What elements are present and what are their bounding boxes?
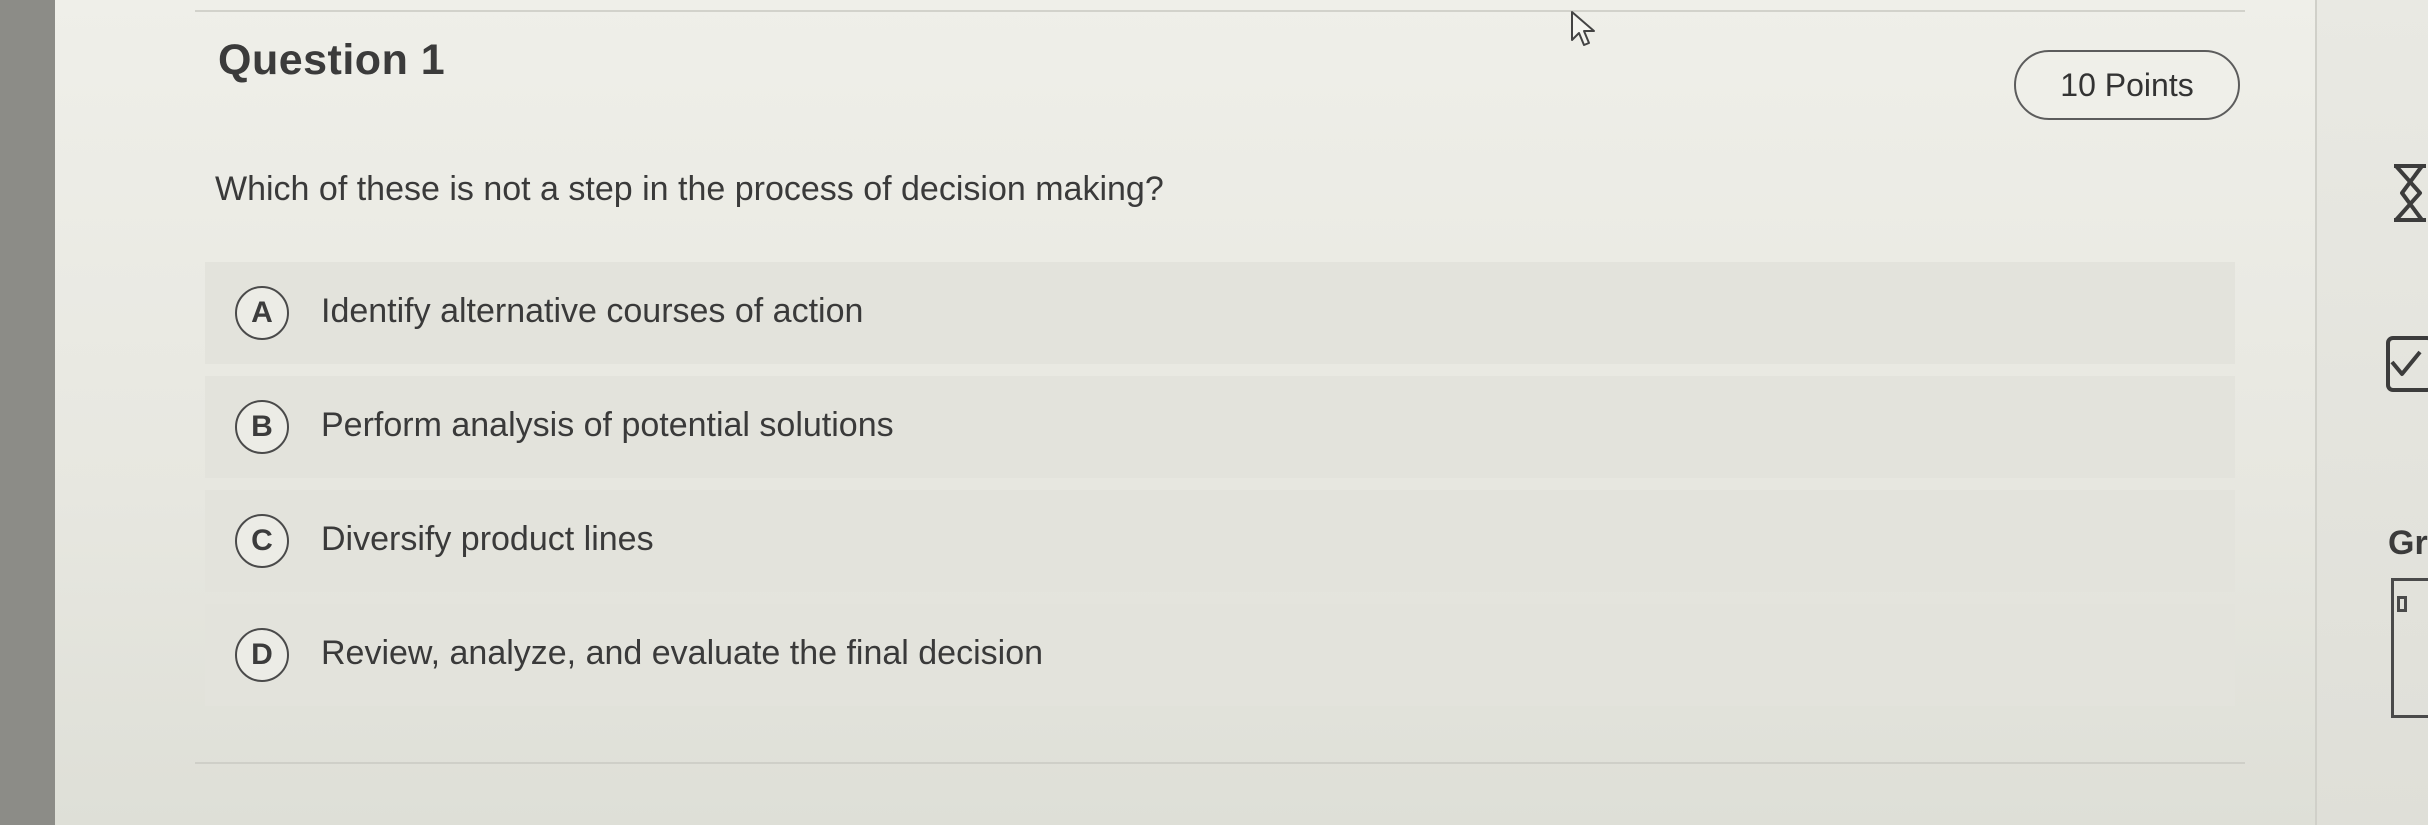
option-letter-c: C <box>235 514 289 568</box>
option-letter-d: D <box>235 628 289 682</box>
hourglass-icon[interactable] <box>2390 163 2428 223</box>
checklist-icon[interactable] <box>2384 332 2428 394</box>
side-rail-label: Gr <box>2388 524 2428 562</box>
option-b[interactable]: B Perform analysis of potential solution… <box>205 376 2235 478</box>
points-badge: 10 Points <box>2014 50 2240 120</box>
option-text-c: Diversify product lines <box>321 520 654 558</box>
option-a[interactable]: A Identify alternative courses of action <box>205 262 2235 364</box>
bottom-divider <box>195 762 2245 764</box>
option-text-a: Identify alternative courses of action <box>321 292 864 330</box>
question-title: Question 1 <box>218 36 446 84</box>
side-rail-box-notch <box>2397 596 2407 612</box>
option-letter-b: B <box>235 400 289 454</box>
option-text-b: Perform analysis of potential solutions <box>321 406 894 444</box>
option-d[interactable]: D Review, analyze, and evaluate the fina… <box>205 604 2235 706</box>
option-text-d: Review, analyze, and evaluate the final … <box>321 634 1044 672</box>
mouse-cursor-icon <box>1571 11 1595 46</box>
option-letter-a: A <box>235 286 289 340</box>
option-c[interactable]: C Diversify product lines <box>205 490 2235 592</box>
question-prompt: Which of these is not a step in the proc… <box>215 170 1164 208</box>
top-divider <box>195 10 2245 12</box>
